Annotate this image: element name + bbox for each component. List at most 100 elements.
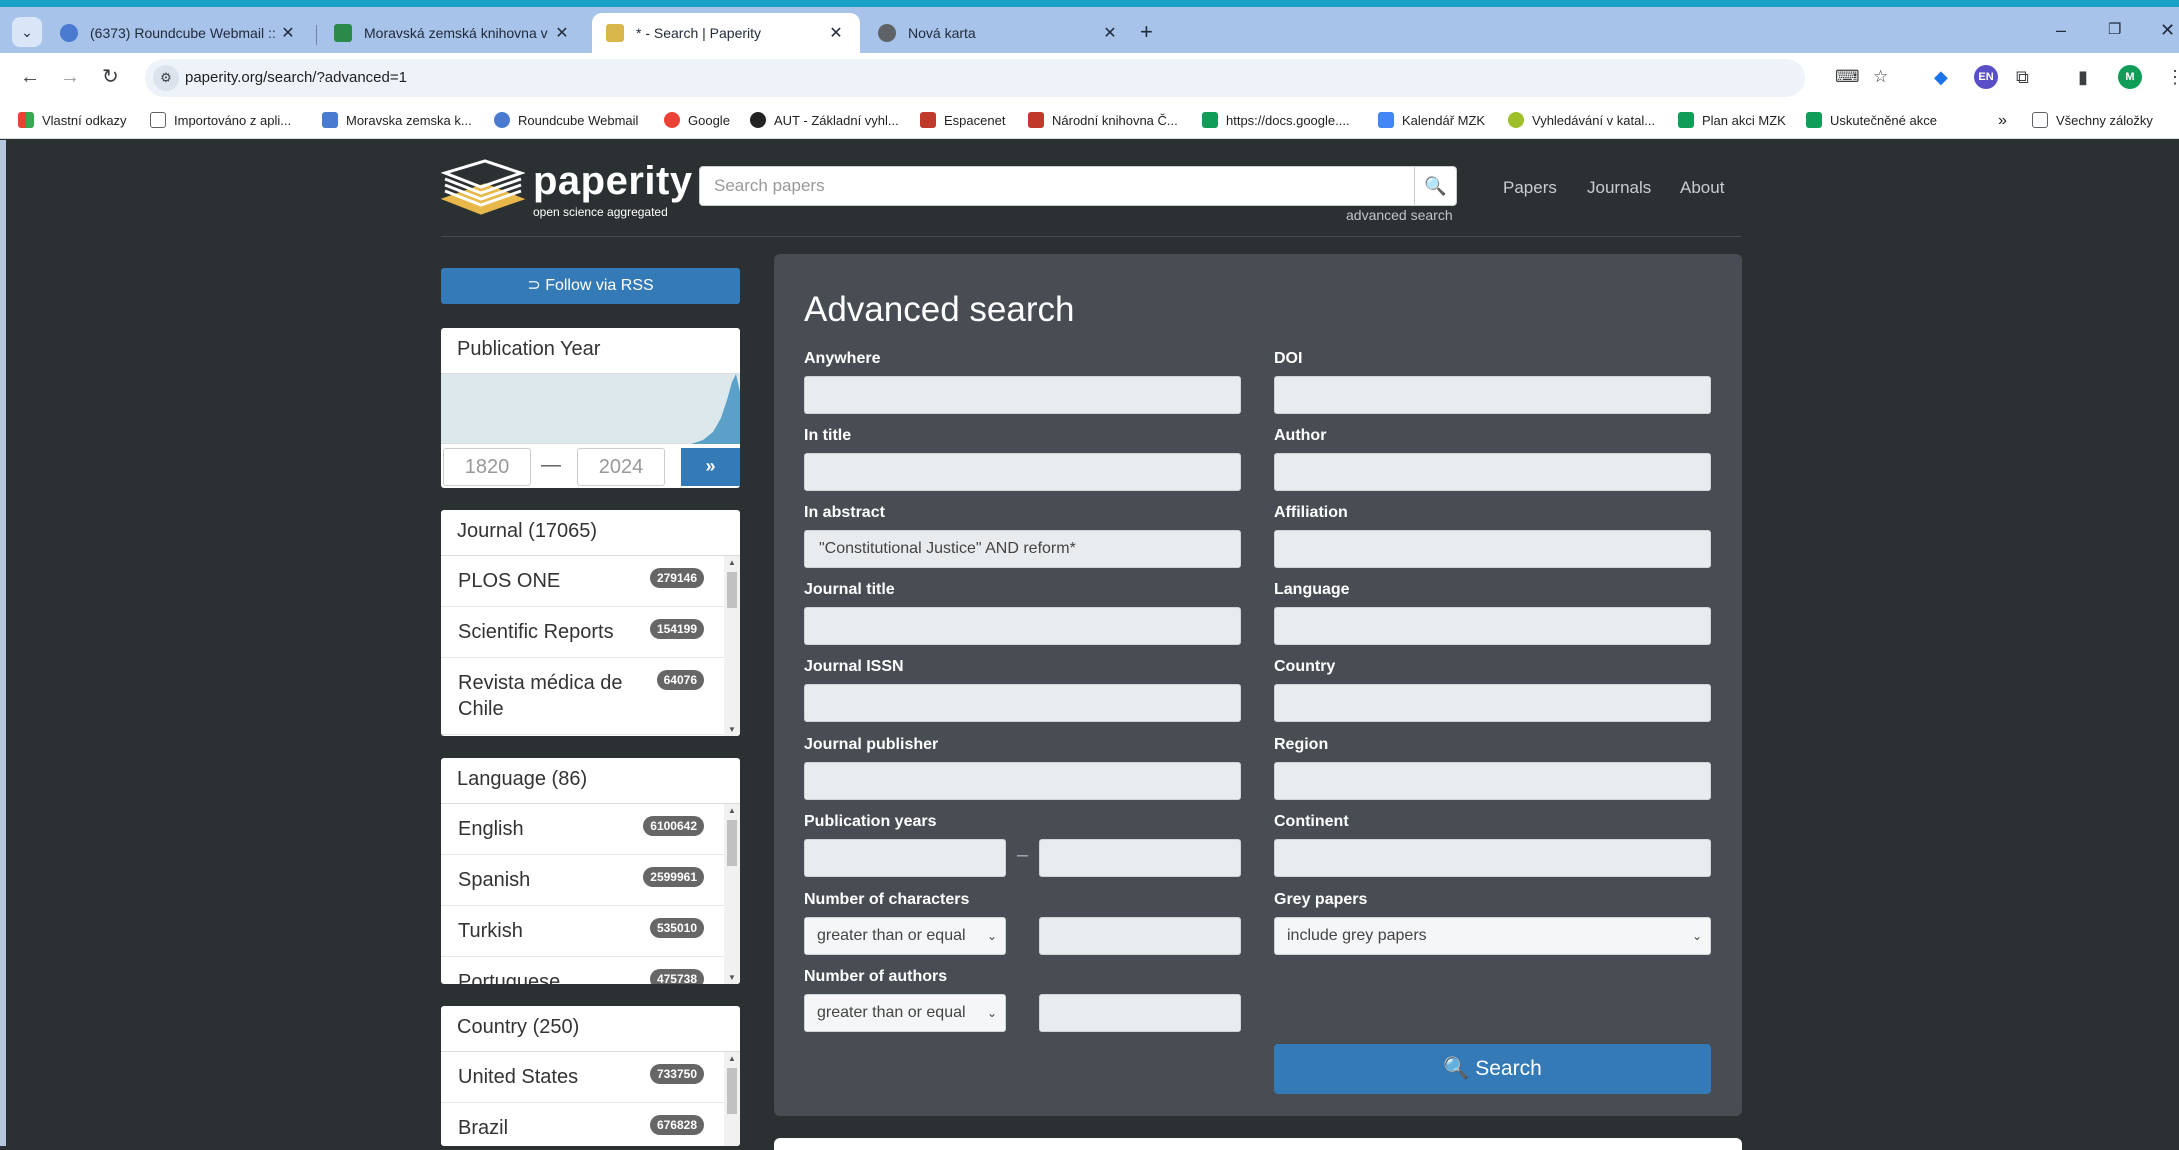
site-info-icon[interactable]: ⚙ [153, 65, 179, 91]
advanced-search-submit-button[interactable]: 🔍 Search [1274, 1044, 1711, 1094]
rss-follow-button[interactable]: ⊃ Follow via RSS [441, 268, 740, 304]
characters-operator-select[interactable]: greater than or equal ⌄ [804, 917, 1006, 955]
year-to-field[interactable] [1039, 839, 1241, 877]
side-panel-icon[interactable]: ▮ [2078, 65, 2088, 89]
doi-input[interactable] [1274, 376, 1711, 414]
year-histogram[interactable] [441, 374, 740, 444]
journal-issn-input[interactable] [804, 684, 1241, 722]
bookmark-item[interactable]: Uskutečněné akce [1806, 112, 1937, 128]
list-item[interactable]: Brazil 676828 [441, 1103, 740, 1146]
back-icon[interactable]: ← [20, 65, 40, 89]
journal-list[interactable]: PLOS ONE 279146 Scientific Reports 154199 … [441, 556, 740, 736]
scrollbar[interactable]: ▲ ▼ [724, 556, 740, 736]
bookmark-label: AUT - Základní vyhl... [774, 112, 899, 128]
nav-papers[interactable]: Papers [1503, 178, 1557, 198]
bookmark-item[interactable]: Plan akci MZK [1678, 112, 1786, 128]
bookmark-item[interactable]: AUT - Základní vyhl... [750, 112, 899, 128]
close-icon[interactable]: ✕ [278, 23, 298, 43]
advanced-search-link[interactable]: advanced search [1346, 207, 1453, 223]
bookmark-item[interactable]: Vlastní odkazy [18, 112, 127, 128]
bookmark-item[interactable]: Espacenet [920, 112, 1005, 128]
characters-value-input[interactable] [1039, 917, 1241, 955]
year-to-input[interactable]: 2024 [577, 448, 665, 486]
tab-paperity-active[interactable]: * - Search | Paperity ✕ [592, 13, 860, 53]
author-input[interactable] [1274, 453, 1711, 491]
tab-roundcube[interactable]: (6373) Roundcube Webmail :: P ✕ [46, 13, 312, 53]
journal-publisher-input[interactable] [804, 762, 1241, 800]
apply-years-button[interactable]: » [681, 448, 740, 486]
close-icon[interactable]: ✕ [552, 23, 572, 43]
paperity-logo[interactable]: paperity open science aggregated [440, 159, 692, 219]
year-from-field[interactable] [804, 839, 1006, 877]
tab-bar: ⌄ (6373) Roundcube Webmail :: P ✕ Moravs… [0, 7, 2179, 53]
region-input[interactable] [1274, 762, 1711, 800]
bookmark-folder[interactable]: Importováno z apli... [150, 112, 291, 128]
scrollbar[interactable]: ▲ ▼ [724, 804, 740, 984]
bookmarks-overflow-icon[interactable]: » [1998, 112, 2007, 130]
list-item[interactable]: Turkish 535010 [441, 906, 740, 957]
search-input[interactable] [700, 167, 1414, 205]
extension-cap-icon[interactable]: ◆ [1934, 65, 1948, 89]
bookmark-item[interactable]: Roundcube Webmail [494, 112, 638, 128]
omnibox[interactable]: ⚙ paperity.org/search/?advanced=1 ⌨ ☆ [145, 59, 1888, 97]
list-item[interactable]: United States 733750 [441, 1052, 740, 1103]
window-left-edge [0, 140, 6, 1146]
authors-value-input[interactable] [1039, 994, 1241, 1032]
tab-new[interactable]: Nová karta ✕ [864, 13, 1134, 53]
all-bookmarks-folder[interactable]: Všechny záložky [2032, 112, 2179, 128]
bookmark-item[interactable]: Vyhledávání v katal... [1508, 112, 1655, 128]
address-bar: ← → ↻ ⚙ paperity.org/search/?advanced=1 … [0, 53, 2179, 103]
bookmark-item[interactable]: Google [664, 112, 730, 128]
new-tab-icon[interactable]: + [1140, 21, 1153, 43]
country-input[interactable] [1274, 684, 1711, 722]
close-icon[interactable]: ✕ [826, 23, 846, 43]
scrollbar[interactable]: ▲ [724, 1052, 740, 1146]
list-item[interactable]: Portuguese 475738 [441, 957, 740, 984]
close-window-icon[interactable]: ✕ [2160, 21, 2175, 39]
bookmark-item[interactable]: Kalendář MZK [1378, 112, 1485, 128]
bookmark-star-icon[interactable]: ☆ [1873, 67, 1888, 87]
reload-icon[interactable]: ↻ [102, 65, 119, 89]
tab-label: Nová karta [908, 25, 976, 41]
in-abstract-input[interactable]: "Constitutional Justice" AND reform* [804, 530, 1241, 568]
bookmark-item[interactable]: Moravska zemska k... [322, 112, 472, 128]
nav-about[interactable]: About [1680, 178, 1724, 198]
forward-icon[interactable]: → [60, 65, 80, 89]
country-list[interactable]: United States 733750 Brazil 676828 ▲ [441, 1052, 740, 1146]
bookmark-item[interactable]: Národní knihovna Č... [1028, 112, 1178, 128]
continent-input[interactable] [1274, 839, 1711, 877]
bookmark-item[interactable]: https://docs.google.... [1202, 112, 1350, 128]
list-item[interactable]: Revista médica de Chile 64076 [441, 658, 740, 735]
list-item[interactable]: Scientific Reports 154199 [441, 607, 740, 658]
year-from-input[interactable]: 1820 [443, 448, 531, 486]
affiliation-input[interactable] [1274, 530, 1711, 568]
profile-avatar[interactable]: M [2118, 65, 2142, 89]
label-number-of-characters: Number of characters [804, 891, 970, 908]
menu-dots-icon[interactable]: ⋮ [2166, 65, 2179, 89]
in-title-input[interactable] [804, 453, 1241, 491]
language-input[interactable] [1274, 607, 1711, 645]
years-dash: – [1017, 844, 1029, 866]
anywhere-input[interactable] [804, 376, 1241, 414]
list-item[interactable]: Spanish 2599961 [441, 855, 740, 906]
list-item[interactable]: PLOS ONE 279146 [441, 556, 740, 607]
url-text[interactable]: paperity.org/search/?advanced=1 [185, 69, 407, 86]
bookmark-label: Moravska zemska k... [346, 112, 472, 128]
bookmarks-bar: Vlastní odkazy Importováno z apli... Mor… [0, 103, 2179, 139]
nav-journals[interactable]: Journals [1587, 178, 1651, 198]
close-icon[interactable]: ✕ [1100, 23, 1120, 43]
extension-en-icon[interactable]: EN [1974, 65, 1998, 89]
translate-icon[interactable]: ⌨ [1835, 67, 1860, 87]
grey-papers-select[interactable]: include grey papers ⌄ [1274, 917, 1711, 955]
list-item[interactable]: English 6100642 [441, 804, 740, 855]
tab-mzk[interactable]: Moravská zemská knihovna v B ✕ [320, 13, 586, 53]
restore-icon[interactable]: ❐ [2108, 21, 2121, 39]
tab-search-button[interactable]: ⌄ [12, 17, 42, 47]
minimize-icon[interactable]: – [2056, 21, 2066, 39]
extensions-puzzle-icon[interactable]: ⧉ [2016, 65, 2029, 89]
search-button[interactable]: 🔍 [1414, 166, 1457, 206]
language-list[interactable]: English 6100642 Spanish 2599961 Turkish 535… [441, 804, 740, 984]
search-field[interactable] [699, 166, 1415, 206]
authors-operator-select[interactable]: greater than or equal ⌄ [804, 994, 1006, 1032]
journal-title-input[interactable] [804, 607, 1241, 645]
